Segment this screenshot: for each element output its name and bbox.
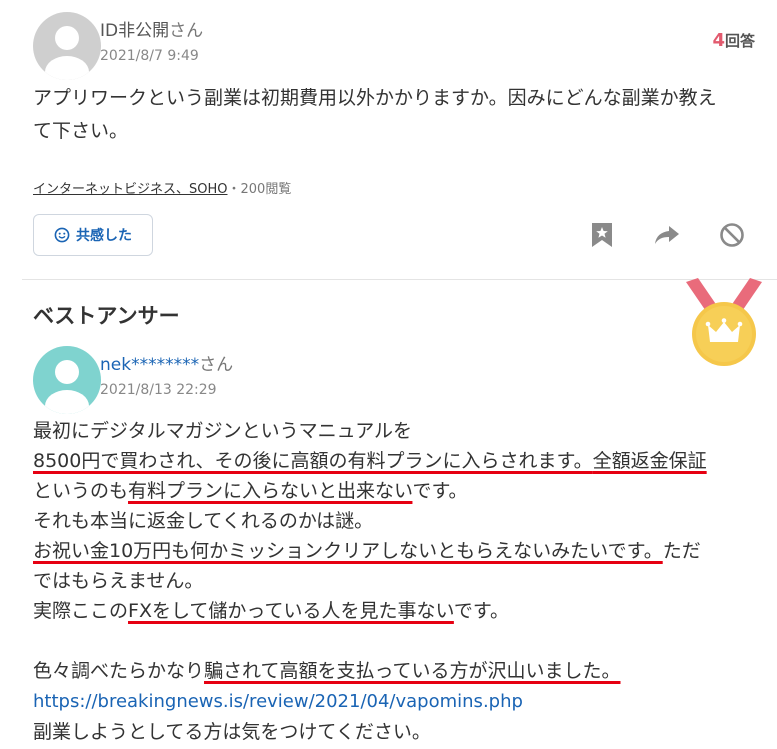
crown-medal-icon — [686, 278, 762, 366]
question-body: アプリワークという副業は初期費用以外かかりますか。因みにどんな副業か教え て下さ… — [33, 82, 773, 148]
answer-line: お祝い金10万円も何かミッションクリアしないともらえないみたいです。ただ — [33, 540, 701, 562]
answer-line — [33, 626, 707, 656]
answer-body: 最初にデジタルマガジンというマニュアルを 8500円で買わされ、その後に高額の有… — [33, 416, 707, 747]
answer-line: ではもらえません。 — [33, 570, 204, 592]
answer-line: というのも有料プランに入らないと出来ないです。 — [33, 480, 468, 502]
bookmark-star-icon — [592, 223, 612, 247]
question-date: 2021/8/7 9:49 — [100, 48, 199, 64]
best-answer-title: ベストアンサー — [33, 304, 180, 328]
person-silhouette-icon — [33, 346, 101, 414]
highlight-underline: FXをして儲かっている人を見た事ない — [128, 600, 454, 622]
answer-date: 2021/8/13 22:29 — [100, 382, 217, 398]
question-username[interactable]: ID非公開さん — [100, 16, 203, 41]
honorific: さん — [169, 21, 204, 41]
highlight-underline: 有料プランに入らないと出来ない — [128, 480, 413, 502]
section-divider — [22, 279, 777, 280]
username-text[interactable]: nek******** — [100, 355, 199, 375]
answer-line: 副業しようとしてる方は気をつけてください。 — [33, 721, 431, 743]
answer-line: 8500円で買わされ、その後に高額の有料プランに入らされます。全額返金保証 — [33, 446, 707, 476]
highlight-underline: お祝い金10万円も何かミッションクリアしないともらえないみたいです。 — [33, 540, 663, 562]
highlight-underline: 騙されて高額を支払っている方が沢山いました。 — [204, 660, 621, 682]
empathy-button[interactable]: 共感した — [33, 214, 153, 256]
best-answer-medal — [684, 278, 764, 374]
answer-count-label: 回答 — [724, 32, 755, 50]
highlight-underline: 8500円で買わされ、その後に高額の有料プランに入らされます。 — [33, 450, 593, 472]
answer-line: それも本当に返金してくれるのかは謎。 — [33, 510, 374, 532]
question-body-line: アプリワークという副業は初期費用以外かかりますか。因みにどんな副業か教え — [33, 87, 717, 109]
block-icon — [720, 223, 744, 247]
empathy-label: 共感した — [76, 228, 132, 244]
person-silhouette-icon — [33, 12, 101, 80]
bookmark-button[interactable] — [587, 220, 617, 250]
share-arrow-icon — [655, 226, 679, 244]
username-text[interactable]: ID非公開 — [100, 21, 169, 41]
share-button[interactable] — [652, 220, 682, 250]
question-avatar[interactable] — [33, 12, 101, 80]
answer-count-number: 4 — [712, 30, 725, 51]
question-body-line: て下さい。 — [33, 120, 129, 142]
smile-icon — [54, 227, 70, 243]
question-meta: インターネットビジネス、SOHO・200閲覧 — [33, 178, 291, 197]
answer-line: https://breakingnews.is/review/2021/04/v… — [33, 686, 707, 717]
answer-line: 色々調べたらかなり騙されて高額を支払っている方が沢山いました。 — [33, 660, 621, 682]
view-count: ・200閲覧 — [227, 182, 292, 197]
answer-line: 最初にデジタルマガジンというマニュアルを — [33, 420, 413, 442]
answerer-username[interactable]: nek********さん — [100, 350, 233, 375]
block-button[interactable] — [717, 220, 747, 250]
honorific: さん — [199, 355, 234, 375]
answerer-avatar[interactable] — [33, 346, 101, 414]
highlight-underline: 全額返金保証 — [592, 450, 707, 472]
category-link[interactable]: インターネットビジネス、SOHO — [33, 182, 228, 197]
external-link[interactable]: https://breakingnews.is/review/2021/04/v… — [33, 691, 523, 712]
answer-line: 実際ここのFXをして儲かっている人を見た事ないです。 — [33, 600, 509, 622]
answer-count[interactable]: 4回答 — [712, 30, 755, 51]
